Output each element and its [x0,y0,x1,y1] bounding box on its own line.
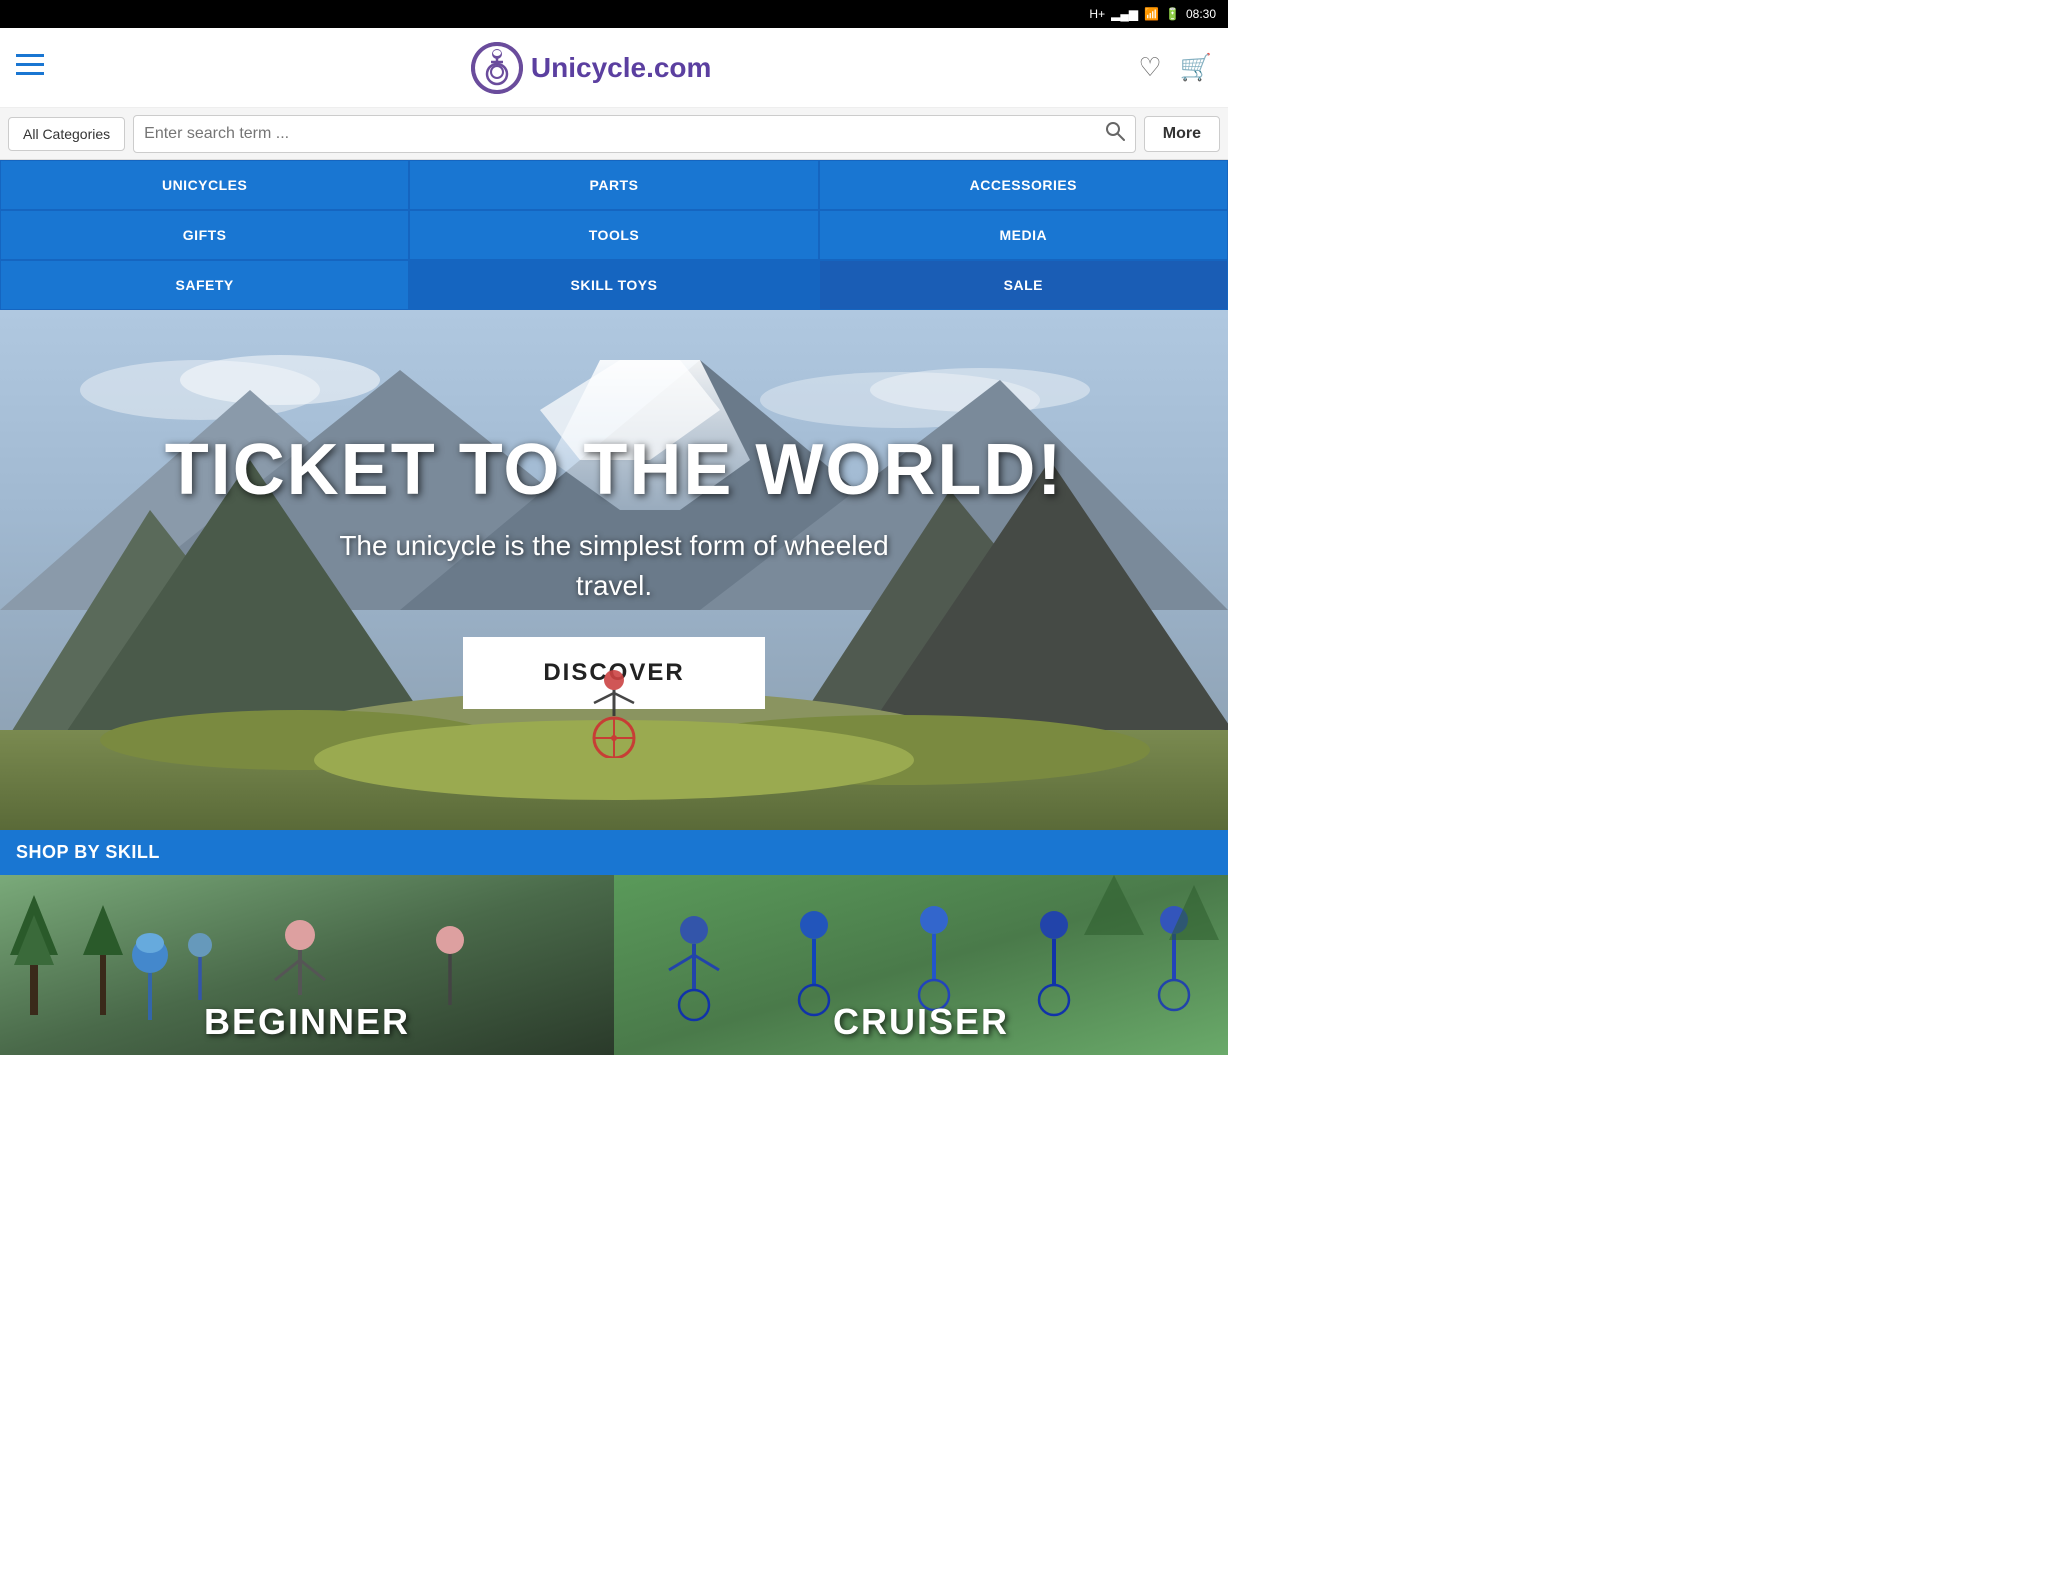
nav-grid: UNICYCLES PARTS ACCESSORIES GIFTS TOOLS … [0,160,1228,310]
wifi-icon: 📶 [1144,7,1159,21]
wishlist-icon[interactable]: ♡ [1138,52,1161,83]
battery-icon: 🔋 [1165,7,1180,21]
hamburger-icon [16,54,44,76]
nav-safety[interactable]: SAFETY [0,260,409,310]
nav-unicycles[interactable]: UNICYCLES [0,160,409,210]
more-button[interactable]: More [1144,116,1220,152]
signal-bars: ▂▄▆ [1111,7,1138,21]
hero-title: TICKET TO THE WORLD! [165,431,1064,510]
time-display: 08:30 [1186,7,1216,21]
hero-subtitle: The unicycle is the simplest form of whe… [165,526,1064,604]
nav-gifts[interactable]: GIFTS [0,210,409,260]
all-categories-button[interactable]: All Categories [8,117,125,151]
logo-icon [471,42,523,94]
shop-by-skill-header: SHOP BY SKILL [0,830,1228,875]
search-icon [1105,121,1125,141]
logo-container[interactable]: Unicycle.com [44,42,1138,94]
hero-section: TICKET TO THE WORLD! The unicycle is the… [0,310,1228,830]
nav-media[interactable]: MEDIA [819,210,1228,260]
status-bar: H+ ▂▄▆ 📶 🔋 08:30 [0,0,1228,28]
rider-figure [584,638,644,770]
nav-parts[interactable]: PARTS [409,160,818,210]
nav-accessories[interactable]: ACCESSORIES [819,160,1228,210]
header-icons: ♡ 🛒 [1138,52,1212,83]
search-input[interactable] [144,125,1105,143]
hamburger-menu[interactable] [16,52,44,83]
skills-grid: BEGINNER [0,875,1228,1055]
nav-sale[interactable]: SALE [819,260,1228,310]
nav-tools[interactable]: TOOLS [409,210,818,260]
signal-indicator: H+ [1089,7,1105,21]
search-bar: All Categories More [0,108,1228,160]
search-input-wrapper [133,115,1136,153]
cart-icon[interactable]: 🛒 [1180,52,1212,83]
search-button[interactable] [1105,121,1125,146]
logo-text: Unicycle.com [531,52,712,84]
cruiser-label: CRUISER [833,1001,1009,1043]
skill-card-beginner[interactable]: BEGINNER [0,875,614,1055]
header: Unicycle.com ♡ 🛒 [0,28,1228,108]
beginner-label: BEGINNER [204,1001,410,1043]
nav-skill-toys[interactable]: SKILL TOYS [409,260,818,310]
skill-card-cruiser[interactable]: CRUISER [614,875,1228,1055]
